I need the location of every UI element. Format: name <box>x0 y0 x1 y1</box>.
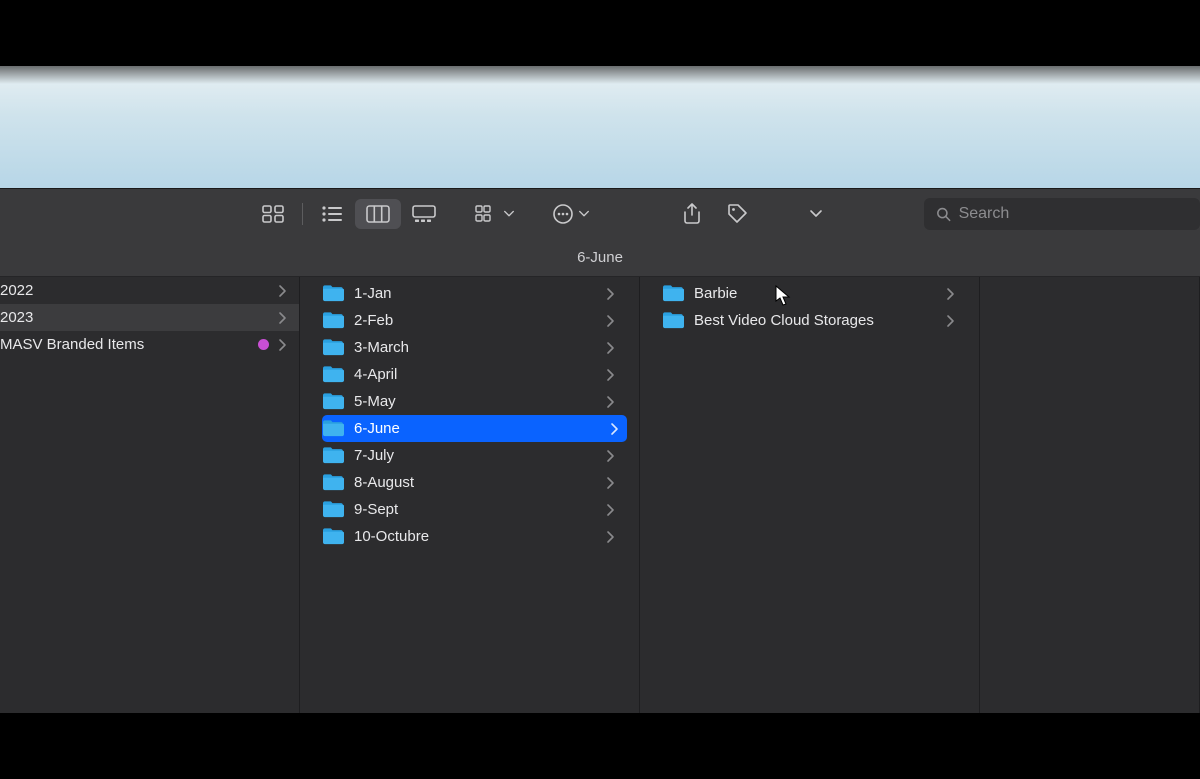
folder-label: Barbie <box>694 285 945 302</box>
letterbox-top <box>0 0 1200 66</box>
folder-label: 2-Feb <box>354 312 605 329</box>
tag-dot <box>258 339 269 350</box>
desktop-wallpaper <box>0 66 1200 188</box>
folder-row[interactable]: .f-tab{fill:#2aa0e0}.f-body{fill:#3fb3ef… <box>322 388 627 415</box>
folder-row[interactable]: 2023 <box>0 304 299 331</box>
folder-icon: .f-tab{fill:#2aa0e0}.f-body{fill:#3fb3ef… <box>322 526 344 548</box>
folder-label: 10-Octubre <box>354 528 605 545</box>
more-actions-button[interactable] <box>543 199 599 229</box>
finder-toolbar <box>0 189 1200 239</box>
chevron-right-icon <box>277 311 287 325</box>
chevron-down-icon <box>809 207 823 221</box>
column-browser: 2022 2023 MASV Branded Items .f-tab{fill:#… <box>0 277 1200 714</box>
folder-row[interactable]: .f-tab{fill:#2aa0e0}.f-body{fill:#3fb3ef… <box>322 442 627 469</box>
chevron-right-icon <box>605 449 615 463</box>
folder-row[interactable]: .f-tab{fill:#2aa0e0}.f-body{fill:#3fb3ef… <box>322 523 627 550</box>
folder-label: 7-July <box>354 447 605 464</box>
folder-row[interactable]: .f-tab{fill:#2aa0e0}.f-body{fill:#3fb3ef… <box>322 469 627 496</box>
folder-label: 2022 <box>0 282 277 299</box>
view-column-button[interactable] <box>355 199 401 229</box>
window-title: 6-June <box>0 239 1200 277</box>
chevron-down-icon <box>578 208 590 220</box>
screen: 6-June 2022 2023 MASV Branded Items .f-tab… <box>0 0 1200 779</box>
chevron-right-icon <box>945 287 955 301</box>
chevron-right-icon <box>605 503 615 517</box>
folder-icon: .f-tab{fill:#2aa0e0}.f-body{fill:#3fb3ef… <box>322 418 344 440</box>
list-icon <box>321 205 343 223</box>
folder-label: Best Video Cloud Storages <box>694 312 945 329</box>
chevron-right-icon <box>605 476 615 490</box>
column-0[interactable]: 2022 2023 MASV Branded Items <box>0 277 300 714</box>
folder-icon: .f-tab{fill:#2aa0e0}.f-body{fill:#3fb3ef… <box>662 283 684 305</box>
search-field[interactable] <box>924 198 1200 230</box>
search-icon <box>936 206 951 222</box>
chevron-right-icon <box>605 395 615 409</box>
folder-row[interactable]: 2022 <box>0 277 299 304</box>
folder-icon: .f-tab{fill:#2aa0e0}.f-body{fill:#3fb3ef… <box>322 472 344 494</box>
folder-icon: .f-tab{fill:#2aa0e0}.f-body{fill:#3fb3ef… <box>322 499 344 521</box>
folder-row[interactable]: .f-tab{fill:#2aa0e0}.f-body{fill:#3fb3ef… <box>322 361 627 388</box>
folder-label: 6-June <box>354 420 609 437</box>
view-list-button[interactable] <box>309 199 355 229</box>
folder-label: 5-May <box>354 393 605 410</box>
column-1[interactable]: .f-tab{fill:#2aa0e0}.f-body{fill:#3fb3ef… <box>300 277 640 714</box>
folder-icon: .f-tab{fill:#2aa0e0}.f-body{fill:#3fb3ef… <box>322 391 344 413</box>
chevron-right-icon <box>605 287 615 301</box>
folder-label: 9-Sept <box>354 501 605 518</box>
chevron-right-icon <box>277 338 287 352</box>
folder-icon: .f-tab{fill:#2aa0e0}.f-body{fill:#3fb3ef… <box>322 337 344 359</box>
folder-row[interactable]: .f-tab{fill:#2aa0e0}.f-body{fill:#3fb3ef… <box>662 280 967 307</box>
folder-row[interactable]: .f-tab{fill:#2aa0e0}.f-body{fill:#3fb3ef… <box>322 496 627 523</box>
search-input[interactable] <box>959 205 1188 223</box>
menubar-shadow <box>0 66 1200 84</box>
share-icon <box>682 203 702 225</box>
chevron-right-icon <box>277 284 287 298</box>
letterbox-bottom <box>0 713 1200 779</box>
chevron-right-icon <box>945 314 955 328</box>
column-3-empty <box>980 277 1200 714</box>
folder-label: MASV Branded Items <box>0 336 258 353</box>
finder-window: 6-June 2022 2023 MASV Branded Items .f-tab… <box>0 188 1200 713</box>
folder-icon: .f-tab{fill:#2aa0e0}.f-body{fill:#3fb3ef… <box>662 310 684 332</box>
group-icon <box>475 205 499 223</box>
view-icon-button[interactable] <box>250 199 296 229</box>
folder-icon: .f-tab{fill:#2aa0e0}.f-body{fill:#3fb3ef… <box>322 445 344 467</box>
folder-row[interactable]: .f-tab{fill:#2aa0e0}.f-body{fill:#3fb3ef… <box>322 280 627 307</box>
folder-icon: .f-tab{fill:#2aa0e0}.f-body{fill:#3fb3ef… <box>322 310 344 332</box>
folder-row[interactable]: .f-tab{fill:#2aa0e0}.f-body{fill:#3fb3ef… <box>322 334 627 361</box>
column-icon <box>366 205 390 223</box>
ellipsis-circle-icon <box>552 203 574 225</box>
tag-icon <box>727 203 749 225</box>
column-2[interactable]: .f-tab{fill:#2aa0e0}.f-body{fill:#3fb3ef… <box>640 277 980 714</box>
view-gallery-button[interactable] <box>401 199 447 229</box>
view-switcher <box>250 199 447 229</box>
folder-label: 2023 <box>0 309 277 326</box>
tags-button[interactable] <box>715 199 761 229</box>
chevron-down-icon <box>503 208 515 220</box>
chevron-right-icon <box>605 341 615 355</box>
group-by-button[interactable] <box>467 199 523 229</box>
chevron-right-icon <box>605 368 615 382</box>
folder-label: 8-August <box>354 474 605 491</box>
grid-icon <box>262 205 284 223</box>
window-title-text: 6-June <box>577 249 623 266</box>
chevron-right-icon <box>605 530 615 544</box>
folder-label: 4-April <box>354 366 605 383</box>
gallery-icon <box>412 205 436 223</box>
toolbar-divider <box>302 203 303 225</box>
folder-label: 3-March <box>354 339 605 356</box>
share-button[interactable] <box>669 199 715 229</box>
folder-row[interactable]: .f-tab{fill:#2aa0e0}.f-body{fill:#3fb3ef… <box>662 307 967 334</box>
folder-icon: .f-tab{fill:#2aa0e0}.f-body{fill:#3fb3ef… <box>322 364 344 386</box>
chevron-right-icon <box>609 422 619 436</box>
toolbar-right <box>904 198 1200 230</box>
folder-icon: .f-tab{fill:#2aa0e0}.f-body{fill:#3fb3ef… <box>322 283 344 305</box>
dropdown-button[interactable] <box>801 199 831 229</box>
folder-row[interactable]: .f-tab{fill:#2aa0e0}.f-body{fill:#3fb3ef… <box>322 415 627 442</box>
folder-row[interactable]: .f-tab{fill:#2aa0e0}.f-body{fill:#3fb3ef… <box>322 307 627 334</box>
chevron-right-icon <box>605 314 615 328</box>
folder-label: 1-Jan <box>354 285 605 302</box>
folder-row[interactable]: MASV Branded Items <box>0 331 299 358</box>
